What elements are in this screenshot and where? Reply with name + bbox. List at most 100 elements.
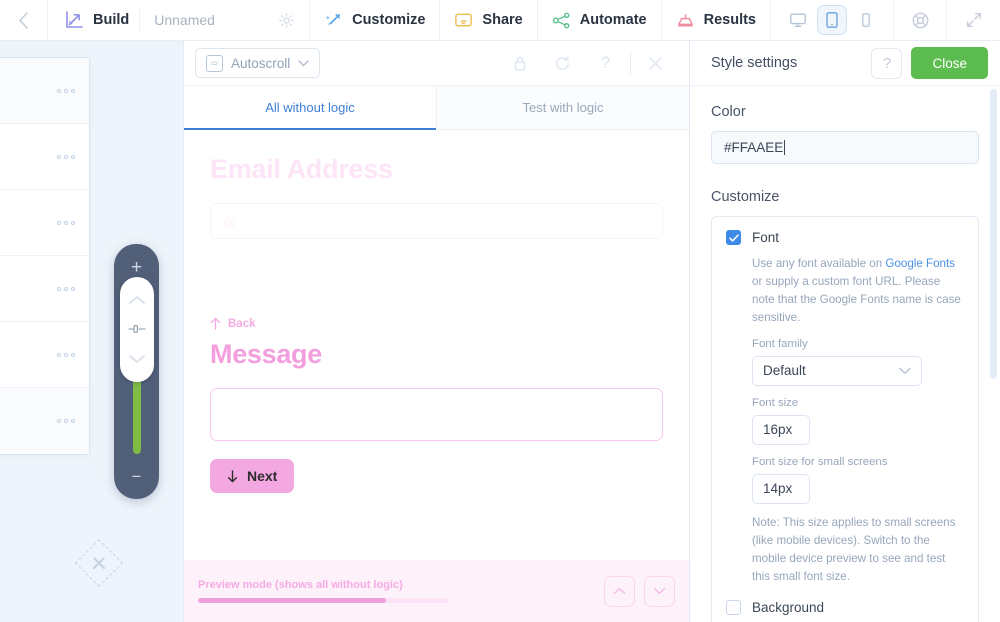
font-family-select[interactable]: Default [752, 355, 922, 386]
preview-tabs: All without logic Test with logic [184, 86, 689, 130]
workspace: + − ▭ Autoscroll ? All without logic Tes… [0, 41, 1000, 622]
more-options-icon[interactable] [57, 286, 75, 291]
color-input[interactable]: #FFAAEE [711, 131, 979, 164]
gear-button[interactable] [278, 12, 295, 29]
fullscreen-button[interactable] [947, 0, 1000, 40]
flow-canvas[interactable]: + − [0, 41, 183, 622]
nav-item-build[interactable]: Build [48, 0, 139, 40]
flow-card[interactable] [0, 124, 89, 190]
preview-toolbar: ▭ Autoscroll ? [184, 41, 689, 86]
flow-card[interactable] [0, 388, 89, 454]
small-font-size-input[interactable]: 14px [752, 473, 810, 504]
flow-card[interactable] [0, 256, 89, 322]
close-preview-button[interactable] [634, 48, 677, 78]
chevron-left-icon [19, 11, 28, 29]
device-desktop-button[interactable] [783, 5, 813, 35]
background-checkbox[interactable] [726, 599, 741, 615]
text-caret [784, 140, 786, 155]
chevron-up-icon [613, 587, 626, 594]
back-link[interactable]: Back [210, 317, 663, 330]
tab-all-without-logic[interactable]: All without logic [184, 86, 436, 130]
nav-item-automate[interactable]: Automate [538, 0, 662, 40]
next-label: Next [247, 468, 278, 484]
zoom-slider[interactable]: + − [114, 244, 159, 499]
panel-scrollbar[interactable] [990, 89, 997, 379]
mobile-icon [862, 13, 870, 27]
tab-label: All without logic [265, 100, 355, 115]
arrow-down-icon [227, 469, 238, 482]
more-options-icon[interactable] [57, 220, 75, 225]
lock-button[interactable] [498, 48, 541, 78]
toolbar-divider [630, 52, 631, 74]
tablet-icon [826, 12, 838, 28]
flow-card[interactable] [0, 322, 89, 388]
small-font-size-label: Font size for small screens [752, 455, 888, 468]
more-options-icon[interactable] [57, 352, 75, 357]
more-options-icon[interactable] [57, 154, 75, 159]
tab-test-with-logic[interactable]: Test with logic [436, 86, 689, 129]
zoom-out-button[interactable]: − [132, 468, 142, 485]
zoom-thumb[interactable] [119, 277, 154, 382]
small-font-note: Note: This size applies to small screens… [752, 515, 956, 583]
expand-arrows-icon [966, 13, 981, 27]
chevron-down-icon [298, 59, 309, 66]
customize-section-label: Customize [711, 189, 780, 205]
next-button[interactable]: Next [210, 459, 295, 493]
nav-label-results: Results [703, 12, 756, 28]
preview-mode-text: Preview mode (shows all without logic) [198, 579, 403, 591]
nav-item-share[interactable]: Share [440, 0, 538, 40]
flow-card[interactable] [0, 58, 89, 124]
preview-footer: Preview mode (shows all without logic) [184, 560, 689, 622]
preview-next-button[interactable] [644, 575, 675, 607]
slider-grip-icon [127, 325, 146, 334]
magic-wand-icon [325, 13, 341, 26]
chevron-up-icon [128, 295, 145, 304]
message-textarea[interactable] [210, 388, 663, 441]
results-chart-icon [677, 13, 693, 26]
tab-label: Test with logic [522, 100, 604, 115]
font-checkbox[interactable] [726, 230, 741, 245]
font-checkbox-row[interactable]: Font [726, 230, 964, 245]
autoscroll-icon: ▭ [206, 54, 223, 72]
device-tablet-button[interactable] [817, 5, 847, 35]
chevron-down-icon [128, 355, 145, 363]
panel-content: Color #FFAAEE Customize Font Use any fon… [690, 86, 1000, 622]
plus-diamond-icon[interactable] [74, 538, 124, 588]
nav-label-build: Build [93, 12, 130, 28]
back-button[interactable] [0, 0, 48, 40]
checkmark-icon [728, 233, 739, 242]
font-size-input[interactable]: 16px [752, 414, 810, 445]
topbar-right-controls [771, 0, 1000, 40]
autoscroll-dropdown[interactable]: ▭ Autoscroll [195, 48, 321, 78]
autoscroll-label: Autoscroll [231, 55, 291, 71]
nav-label-share: Share [482, 12, 523, 28]
customize-options-box: Font Use any font available on Google Fo… [711, 216, 979, 622]
nav-label-automate: Automate [579, 12, 647, 28]
close-x-icon [649, 56, 662, 70]
font-checkbox-label: Font [752, 230, 780, 245]
zoom-in-button[interactable]: + [131, 258, 142, 277]
more-options-icon[interactable] [57, 88, 75, 93]
panel-help-button[interactable]: ? [871, 47, 903, 79]
refresh-button[interactable] [541, 48, 584, 78]
device-preview-toggle [771, 0, 894, 40]
preview-mode-block: Preview mode (shows all without logic) [198, 579, 448, 603]
nav-item-results[interactable]: Results [662, 0, 771, 40]
nav-item-customize[interactable]: Customize [310, 0, 441, 40]
project-name[interactable]: Unnamed [139, 9, 225, 31]
google-fonts-link[interactable]: Google Fonts [885, 257, 955, 270]
share-screen-icon [455, 13, 473, 26]
background-checkbox-row[interactable]: Background [726, 599, 964, 615]
form-content: Email Address @ Back Message Next [184, 130, 689, 493]
more-options-icon[interactable] [57, 419, 75, 423]
email-input[interactable]: @ [210, 203, 663, 239]
support-button[interactable] [894, 0, 947, 40]
help-button[interactable]: ? [584, 48, 627, 78]
device-mobile-button[interactable] [851, 5, 881, 35]
preview-prev-button[interactable] [604, 575, 635, 607]
flow-card[interactable] [0, 190, 89, 256]
panel-close-button[interactable]: Close [911, 47, 988, 79]
font-help-text: Use any font available on Google Fonts o… [752, 255, 964, 327]
font-family-value: Default [763, 363, 806, 379]
font-help-prefix: Use any font available on [752, 257, 886, 270]
